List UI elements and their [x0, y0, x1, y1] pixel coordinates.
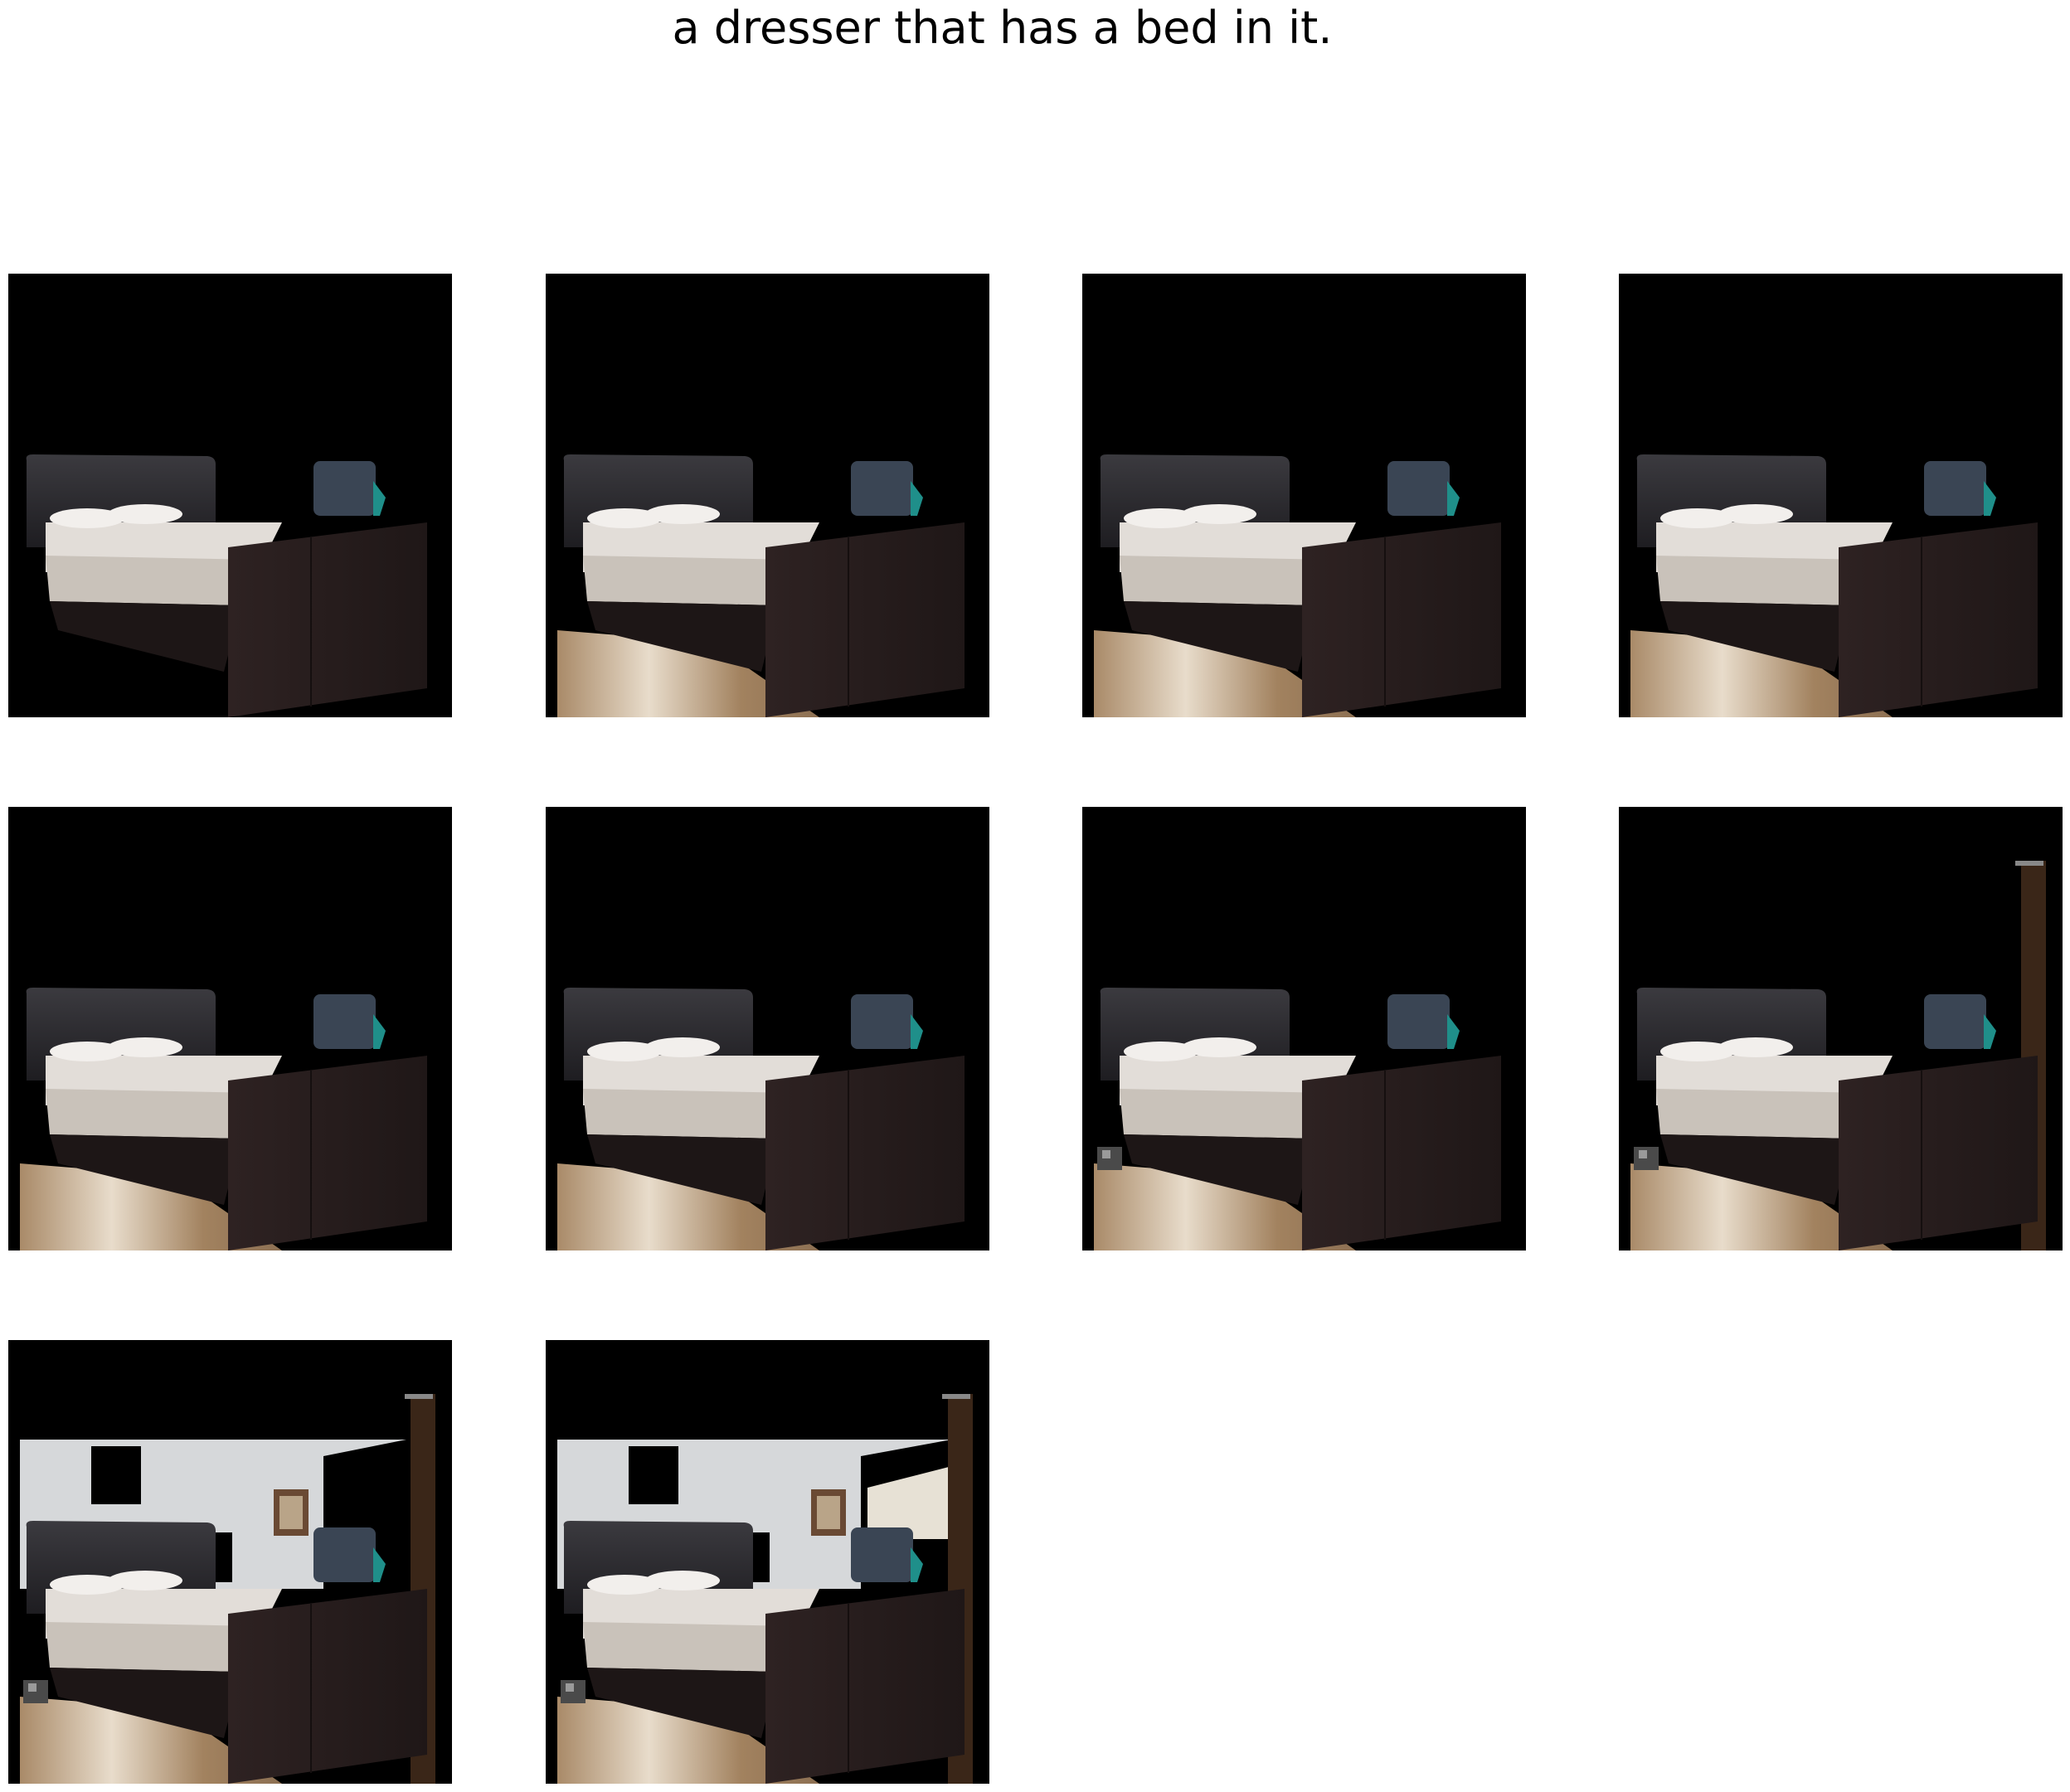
bed-image-panel-6 [546, 807, 989, 1251]
bed-photo [546, 807, 989, 1251]
bed-image-panel-9 [8, 1340, 452, 1784]
bed-image-panel-3 [1082, 274, 1526, 717]
bed-image-panel-7 [1082, 807, 1526, 1251]
bed-image-panel-10 [546, 1340, 989, 1784]
bed-image-panel-8 [1619, 807, 2063, 1251]
bed-image-panel-1 [8, 274, 452, 717]
bed-photo [8, 807, 452, 1251]
bed-image-panel-5 [8, 807, 452, 1251]
bed-image-panel-4 [1619, 274, 2063, 717]
bed-photo [1619, 274, 2063, 717]
bed-photo [8, 274, 452, 717]
bed-photo [1082, 274, 1526, 717]
bed-photo [546, 274, 989, 717]
figure-caption: a dresser that has a bed in it. [672, 2, 1333, 54]
bed-photo [8, 1340, 452, 1784]
bed-photo [546, 1340, 989, 1784]
bed-photo [1619, 807, 2063, 1251]
bed-photo [1082, 807, 1526, 1251]
bed-image-panel-2 [546, 274, 989, 717]
